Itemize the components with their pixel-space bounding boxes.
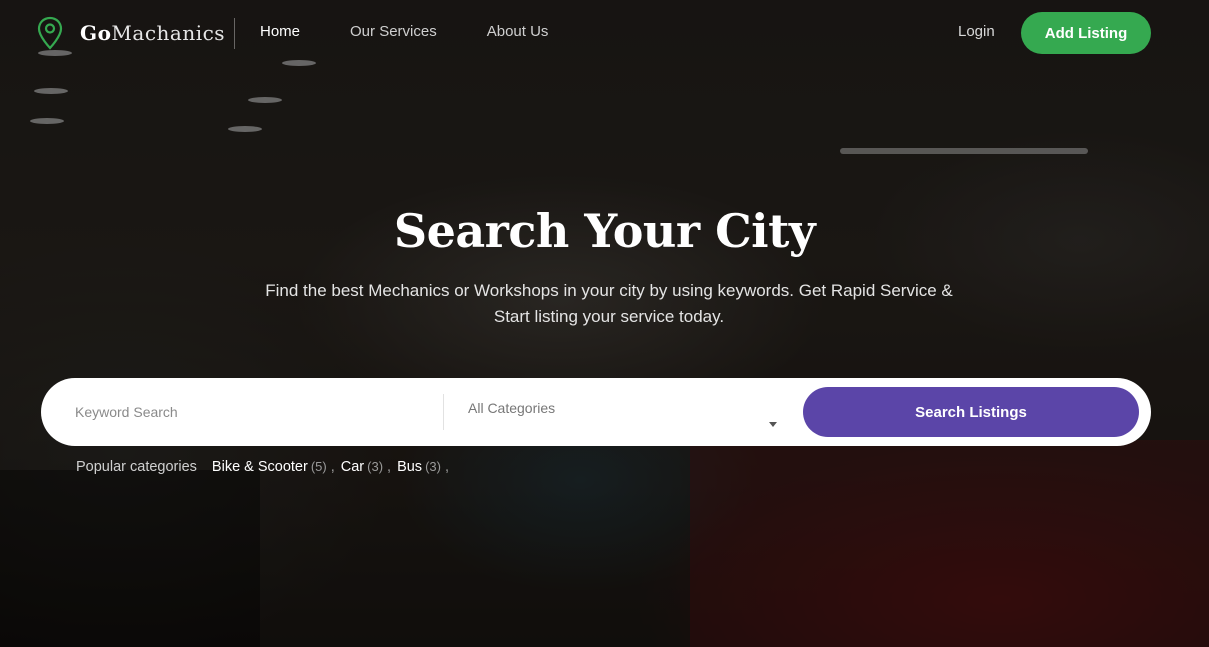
map-pin-icon (37, 16, 63, 50)
popular-categories: Popular categories Bike & Scooter (5) , … (76, 459, 455, 475)
header-divider (234, 18, 235, 49)
login-link[interactable]: Login (958, 23, 995, 40)
main-nav: Home Our Services About Us (260, 23, 598, 40)
hero-subtitle: Find the best Mechanics or Workshops in … (265, 281, 953, 326)
keyword-search-input[interactable] (75, 398, 435, 426)
popular-category-bike-scooter[interactable]: Bike & Scooter (212, 459, 308, 475)
category-count: (3) (425, 459, 441, 474)
popular-categories-label: Popular categories (76, 459, 197, 475)
search-divider (443, 394, 444, 430)
search-bar: All Categories Search Listings (41, 378, 1151, 446)
logo-link[interactable]: GoMachanics (36, 16, 225, 50)
site-header: GoMachanics Home Our Services About Us L… (0, 0, 1209, 66)
category-select[interactable]: All Categories (468, 392, 788, 436)
nav-item-home[interactable]: Home (260, 23, 300, 40)
category-separator: , (387, 459, 392, 475)
category-count: (3) (367, 459, 384, 474)
nav-item-about-us[interactable]: About Us (487, 23, 549, 40)
category-count: (5) (310, 459, 327, 474)
caret-down-icon (769, 422, 777, 427)
popular-category-bus[interactable]: Bus (397, 459, 422, 475)
add-listing-button[interactable]: Add Listing (1021, 12, 1151, 54)
search-listings-button[interactable]: Search Listings (803, 387, 1139, 437)
brand-name: GoMachanics (80, 21, 226, 45)
hero-title: Search Your City (393, 204, 816, 258)
nav-item-our-services[interactable]: Our Services (350, 23, 437, 40)
category-select-value: All Categories (468, 400, 556, 416)
category-separator: , (330, 459, 335, 475)
popular-category-car[interactable]: Car (341, 459, 364, 475)
category-separator: , (444, 459, 449, 475)
